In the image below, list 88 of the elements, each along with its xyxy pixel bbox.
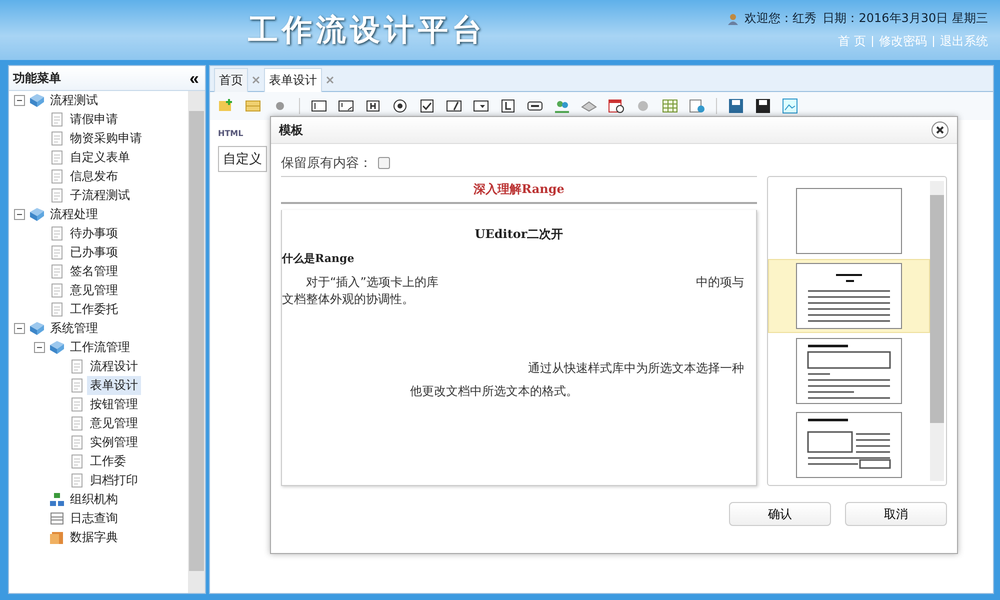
tree-item[interactable]: 实例管理 bbox=[87, 433, 141, 452]
dialog-title: 模板 bbox=[279, 122, 303, 138]
tree-item[interactable]: 意见管理 bbox=[67, 281, 121, 300]
style-select[interactable]: 自定义 bbox=[218, 146, 267, 172]
org-chart-icon bbox=[49, 492, 65, 507]
collapse-icon[interactable] bbox=[14, 323, 25, 334]
tree-item[interactable]: 数据字典 bbox=[67, 528, 121, 547]
tree-item[interactable]: 归档打印 bbox=[87, 471, 141, 490]
page-icon bbox=[49, 264, 65, 279]
add-icon[interactable] bbox=[218, 98, 234, 114]
tab[interactable]: 表单设计 bbox=[264, 68, 322, 92]
page-icon bbox=[69, 473, 85, 488]
tree-item[interactable]: 信息发布 bbox=[67, 167, 121, 186]
tree-item[interactable]: 签名管理 bbox=[67, 262, 121, 281]
save-icon[interactable] bbox=[728, 98, 744, 114]
image-icon[interactable] bbox=[782, 98, 798, 114]
page-icon bbox=[69, 416, 85, 431]
tree-item[interactable]: 工作委托 bbox=[67, 300, 121, 319]
radio-icon[interactable] bbox=[392, 98, 408, 114]
dropdown-icon[interactable] bbox=[473, 98, 489, 114]
tree-item[interactable]: 已办事项 bbox=[67, 243, 121, 262]
tree-item[interactable]: 请假申请 bbox=[67, 110, 121, 129]
preview-text: 通过从快速样式库中为所选文本选择一种 bbox=[527, 360, 745, 377]
tree-item[interactable]: 自定义表单 bbox=[67, 148, 133, 167]
app-title: 工作流设计平台 bbox=[248, 12, 486, 50]
tree-item[interactable]: 待办事项 bbox=[67, 224, 121, 243]
mode-label: HTML bbox=[218, 128, 244, 138]
page-icon bbox=[49, 302, 65, 317]
page-icon bbox=[49, 131, 65, 146]
close-icon[interactable] bbox=[931, 121, 949, 139]
save-icon[interactable] bbox=[755, 98, 771, 114]
collapse-icon[interactable] bbox=[34, 342, 45, 353]
page-icon bbox=[49, 112, 65, 127]
tree-item[interactable]: 流程测试 bbox=[47, 91, 101, 110]
page-icon bbox=[69, 454, 85, 469]
checkbox-icon[interactable] bbox=[419, 98, 435, 114]
tree-item[interactable]: 子流程测试 bbox=[67, 186, 133, 205]
tree-item[interactable]: 工作流管理 bbox=[67, 338, 133, 357]
date-text: 日期：2016年3月30日 星期三 bbox=[822, 10, 988, 27]
tree-item[interactable]: 组织机构 bbox=[67, 490, 121, 509]
page-icon bbox=[49, 226, 65, 241]
tree-item[interactable]: 系统管理 bbox=[47, 319, 101, 338]
page-icon bbox=[49, 245, 65, 260]
preview-text: 中的项与 bbox=[696, 274, 744, 291]
page-icon bbox=[49, 283, 65, 298]
welcome-text: 欢迎您：红秀 bbox=[744, 10, 817, 27]
collapse-button[interactable]: « bbox=[190, 70, 199, 86]
collapse-icon[interactable] bbox=[14, 95, 25, 106]
scrollbar[interactable] bbox=[930, 181, 944, 481]
preview-text: 对于“插入”选项卡上的库 bbox=[306, 274, 438, 291]
tree-item[interactable]: 流程设计 bbox=[87, 357, 141, 376]
table-icon[interactable] bbox=[662, 98, 678, 114]
template-option[interactable] bbox=[768, 259, 930, 333]
scrollbar[interactable] bbox=[188, 91, 205, 593]
preview-text: 文档整体外观的协调性。 bbox=[282, 291, 415, 308]
page-icon bbox=[69, 378, 85, 393]
cancel-button[interactable]: 取消 bbox=[845, 502, 947, 526]
tree-item[interactable]: 意见管理 bbox=[87, 414, 141, 433]
preview-text: 他更改文档中所选文本的格式。 bbox=[409, 383, 579, 400]
page-icon bbox=[49, 188, 65, 203]
page-icon bbox=[69, 359, 85, 374]
page-icon bbox=[69, 435, 85, 450]
tree-item[interactable]: 表单设计 bbox=[87, 376, 141, 395]
tree-item[interactable]: 工作委 bbox=[87, 452, 129, 471]
preview-subtitle: UEditor二次开 bbox=[474, 226, 564, 243]
confirm-button[interactable]: 确认 bbox=[729, 502, 831, 526]
keep-content-checkbox[interactable] bbox=[378, 157, 390, 169]
keep-content-label: 保留原有内容： bbox=[281, 155, 372, 172]
tree-item[interactable]: 流程处理 bbox=[47, 205, 101, 224]
edit-field-icon[interactable] bbox=[446, 98, 462, 114]
tab[interactable]: 首页 bbox=[214, 68, 248, 92]
preview-heading: 深入理解Range bbox=[281, 176, 757, 204]
list-icon bbox=[49, 511, 65, 526]
book-icon bbox=[49, 530, 65, 545]
page-icon bbox=[49, 150, 65, 165]
page-icon bbox=[49, 169, 65, 184]
collapse-icon[interactable] bbox=[14, 209, 25, 220]
preview-section-title: 什么是Range bbox=[282, 251, 356, 267]
people-icon[interactable] bbox=[554, 98, 570, 114]
textarea-icon[interactable] bbox=[338, 98, 354, 114]
calendar-icon[interactable] bbox=[608, 98, 624, 114]
tree-item[interactable]: 日志查询 bbox=[67, 509, 121, 528]
textbox-icon[interactable] bbox=[311, 98, 327, 114]
sidebar-title: 功能菜单 bbox=[13, 70, 61, 86]
tree-item[interactable]: 按钮管理 bbox=[87, 395, 141, 414]
page-icon bbox=[69, 397, 85, 412]
user-icon bbox=[726, 12, 739, 24]
tree-item[interactable]: 物资采购申请 bbox=[67, 129, 145, 148]
